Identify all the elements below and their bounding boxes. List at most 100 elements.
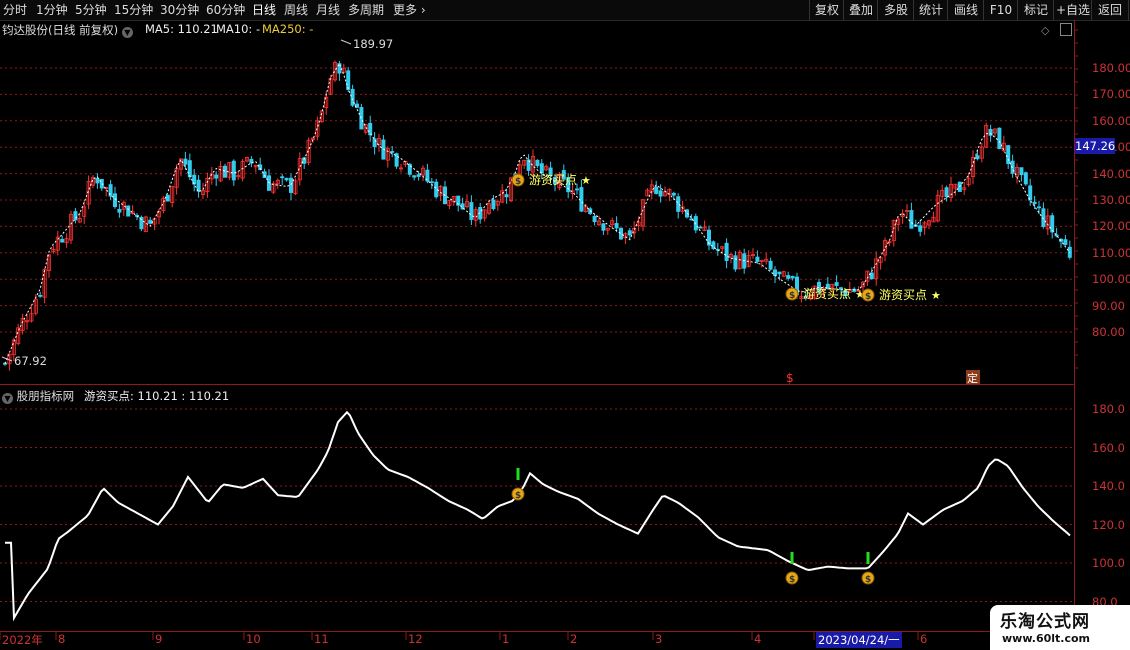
- date-axis-label: 4: [754, 632, 762, 646]
- date-axis-label: 6: [920, 632, 928, 646]
- candle-down: [262, 171, 267, 179]
- candle-down: [38, 294, 43, 297]
- candle-down: [535, 159, 540, 167]
- y-tick-label: 80.00: [1092, 325, 1125, 339]
- candle-down: [724, 242, 729, 261]
- candle-down: [1054, 234, 1059, 237]
- candle-down: [790, 276, 795, 279]
- dollar-glyph: $: [789, 291, 795, 301]
- signal-label: 游资买点: [529, 173, 577, 187]
- watermark-url: www.60lt.com: [1002, 632, 1091, 645]
- candle-down: [1006, 145, 1011, 164]
- date-axis-label: 10: [246, 632, 261, 646]
- star-icon: ★: [931, 289, 941, 302]
- y-tick-label: 100.0: [1092, 556, 1125, 570]
- y-tick-label: 90.00: [1092, 298, 1125, 313]
- candle-down: [755, 256, 760, 262]
- candle-down: [601, 223, 606, 231]
- dollar-glyph: $: [515, 491, 521, 501]
- y-tick-label: 100.00: [1092, 272, 1130, 287]
- high-price-label: 189.97: [353, 37, 393, 51]
- y-tick-label: 130.00: [1092, 193, 1130, 207]
- candle-down: [579, 187, 584, 212]
- label-leader: [340, 39, 352, 45]
- candle-down: [504, 194, 509, 198]
- candle-down: [777, 271, 782, 275]
- candle-down: [658, 190, 663, 197]
- candle-down: [214, 174, 219, 179]
- star-icon: ★: [581, 174, 591, 187]
- candle-down: [469, 202, 474, 220]
- date-axis-label: 11: [314, 632, 329, 646]
- candle-down: [944, 187, 949, 198]
- candle-down: [280, 176, 285, 179]
- candle-down: [412, 175, 417, 178]
- candle-down: [222, 165, 227, 178]
- y-tick-label: 120.0: [1092, 517, 1125, 532]
- candle-down: [1023, 172, 1028, 185]
- candle-down: [416, 174, 421, 177]
- candle-down: [834, 282, 839, 286]
- y-tick-label: 160.00: [1092, 113, 1130, 128]
- candle-down: [869, 272, 874, 280]
- candle-down: [117, 208, 122, 213]
- candle-down: [284, 177, 289, 181]
- candle-down: [918, 225, 923, 232]
- candle-down: [165, 194, 170, 202]
- date-axis-label: 9: [155, 632, 163, 646]
- date-axis-label: 1: [502, 632, 510, 646]
- y-tick-label: 180.0: [1092, 402, 1125, 416]
- dollar-glyph: $: [515, 177, 521, 187]
- candle-down: [592, 215, 597, 223]
- candle-down: [1050, 215, 1055, 233]
- candle-down: [1037, 206, 1042, 209]
- dollar-glyph: $: [865, 575, 871, 585]
- y-tick-label: 170.00: [1092, 87, 1130, 102]
- label-leader: [1, 356, 13, 362]
- candle-down: [539, 163, 544, 174]
- candle-down: [183, 158, 188, 165]
- candle-down: [95, 178, 100, 184]
- signal-label: 游资买点: [803, 287, 851, 301]
- candle-down: [698, 226, 703, 229]
- candle-down: [671, 192, 676, 196]
- candle-down: [148, 219, 153, 224]
- candle-down: [288, 177, 293, 193]
- candle-down: [1019, 167, 1024, 176]
- candle-down: [346, 70, 351, 90]
- indicator-line: [5, 410, 1071, 622]
- y-tick-label: 180.00: [1092, 61, 1130, 75]
- candle-down: [909, 210, 914, 229]
- kline-chart[interactable]: 189.9767.92$ 游资买点 ★$ 游资买点 ★ $ 游资买点 ★$ 定$$ $: [0, 0, 1130, 650]
- panel-divider: [0, 384, 1074, 385]
- y-tick-label: 140.0: [1092, 479, 1125, 493]
- signal-label: 游资买点: [879, 288, 927, 302]
- candle-down: [676, 196, 681, 212]
- candle-down: [988, 128, 993, 136]
- candle-down: [614, 223, 619, 229]
- axis-divider: [1074, 20, 1075, 632]
- date-axis-label: 2: [570, 632, 578, 646]
- candle-down: [768, 260, 773, 270]
- y-tick-label: 110.00: [1092, 245, 1130, 260]
- candle-down: [491, 199, 496, 210]
- dollar-glyph: $: [865, 292, 871, 302]
- dollar-mark-icon: $: [786, 371, 794, 385]
- candle-down: [997, 127, 1002, 150]
- candle-down: [60, 238, 65, 243]
- candle-down: [434, 181, 439, 198]
- candle-down: [654, 186, 659, 194]
- crosshair-date-label: 2023/04/24/一: [816, 632, 902, 648]
- candle-down: [126, 205, 131, 217]
- candle-down: [1063, 239, 1068, 246]
- candle-down: [390, 150, 395, 153]
- candle-down: [733, 255, 738, 270]
- candle-down: [975, 155, 980, 160]
- current-price-badge: 147.26: [1075, 138, 1116, 154]
- candle-down: [575, 188, 580, 191]
- y-tick-label: 120.00: [1092, 219, 1130, 234]
- date-axis-label: 12: [408, 632, 423, 646]
- candle-down: [773, 269, 778, 276]
- candle-down: [372, 138, 377, 148]
- low-price-label: 67.92: [14, 354, 47, 368]
